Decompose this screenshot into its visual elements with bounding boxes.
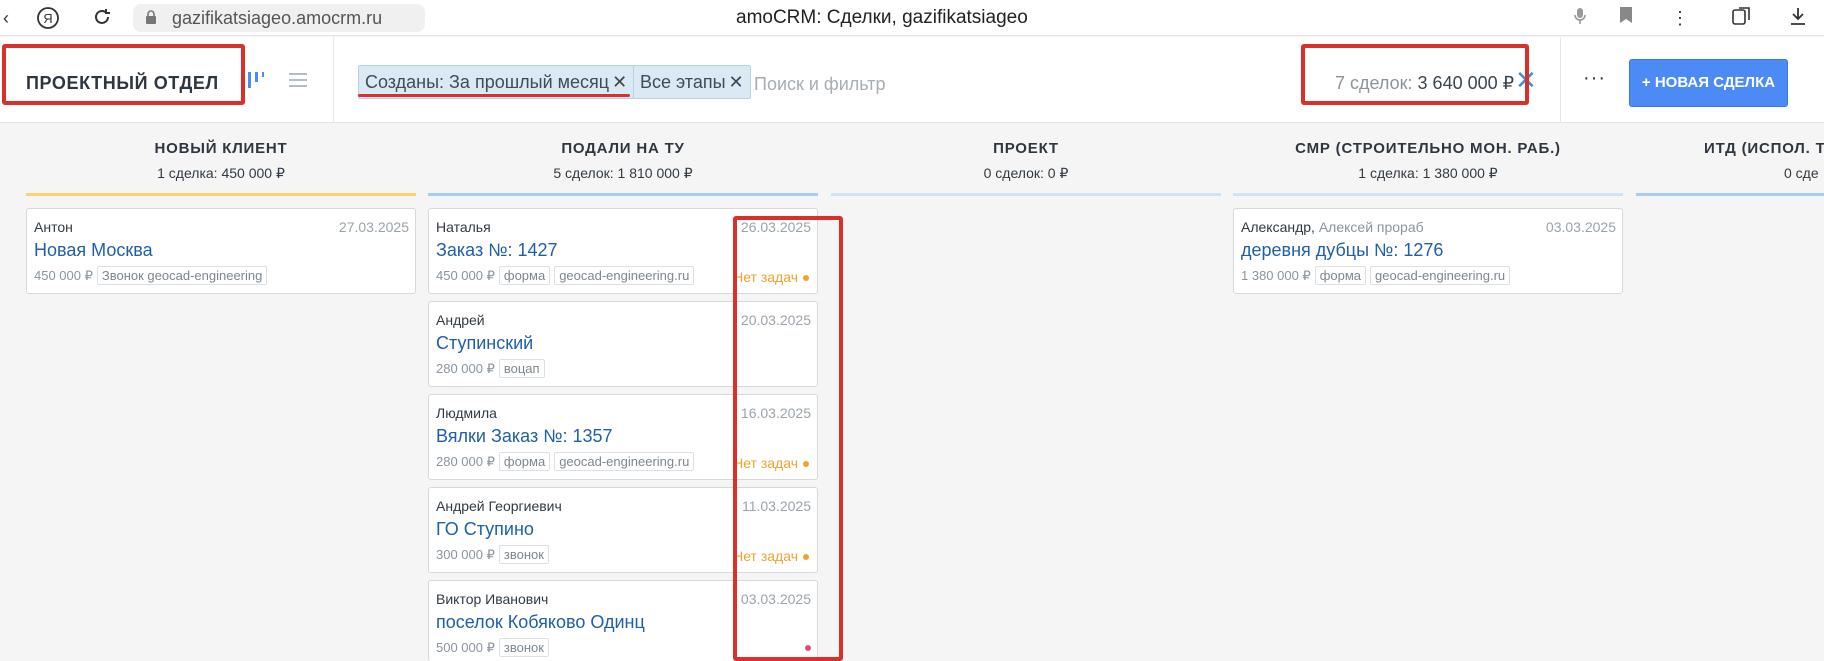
- column-summary: 1 сделка: 1 380 000 ₽: [1358, 165, 1498, 181]
- deal-price: 500 000 ₽: [436, 639, 495, 655]
- column-color-bar: [1233, 193, 1623, 196]
- deal-meta: 500 000 ₽ звонок: [436, 638, 549, 657]
- deal-date: 27.03.2025: [338, 219, 409, 235]
- header-divider: [1560, 37, 1561, 123]
- deal-contact: Людмила: [436, 405, 497, 421]
- column-header-new-client: НОВЫЙ КЛИЕНТ 1 сделка: 450 000 ₽: [26, 140, 416, 182]
- highlight-box-dates: [733, 216, 843, 661]
- reload-icon[interactable]: [90, 6, 114, 30]
- column-header-construction: СМР (СТРОИТЕЛЬНО МОН. РАБ.) 1 сделка: 1 …: [1233, 140, 1623, 182]
- microphone-icon[interactable]: [1568, 6, 1592, 30]
- deal-tag[interactable]: форма: [498, 266, 551, 285]
- column-summary: 0 сде: [1784, 165, 1819, 181]
- deal-price: 450 000 ₽: [436, 267, 495, 283]
- deal-meta: 280 000 ₽ воцап: [436, 359, 545, 378]
- deal-title-link[interactable]: Новая Москва: [34, 240, 153, 261]
- new-deal-button[interactable]: + НОВАЯ СДЕЛКА: [1629, 59, 1788, 107]
- column-color-bar: [831, 193, 1221, 196]
- deal-price: 1 380 000 ₽: [1241, 267, 1311, 283]
- collections-icon[interactable]: [1730, 6, 1754, 30]
- url-text[interactable]: gazifikatsiageo.amocrm.ru: [172, 8, 382, 29]
- deal-contact: Наталья: [436, 219, 491, 235]
- deal-title-link[interactable]: поселок Кобяково Одинц: [436, 612, 645, 633]
- deal-price: 450 000 ₽: [34, 267, 93, 283]
- deal-price: 280 000 ₽: [436, 360, 495, 376]
- browser-toolbar: ‹ Я gazifikatsiageo.amocrm.ru amoCRM: Сд…: [0, 0, 1824, 36]
- highlight-box-department: [2, 44, 245, 105]
- list-view-icon[interactable]: [288, 70, 308, 95]
- remove-filter-icon[interactable]: ✕: [612, 72, 627, 92]
- deal-date: 03.03.2025: [1545, 219, 1616, 235]
- filter-chip-created-label: Созданы: За прошлый месяц: [365, 72, 610, 92]
- deal-contact-primary: Александр,: [1241, 219, 1315, 235]
- deal-tag[interactable]: воцап: [498, 359, 545, 378]
- deal-meta: 450 000 ₽ Звонок geocad-engineering: [34, 266, 268, 285]
- remove-filter-icon[interactable]: ✕: [729, 72, 744, 92]
- deal-title-link[interactable]: Вялки Заказ №: 1357: [436, 426, 613, 447]
- column-header-itd: ИТД (ИСПОЛ. Т 0 сде: [1636, 140, 1824, 181]
- deal-title-link[interactable]: деревня дубцы №: 1276: [1241, 240, 1443, 261]
- deal-tag[interactable]: форма: [1314, 266, 1367, 285]
- highlight-underline: [358, 94, 630, 97]
- deal-tag[interactable]: geocad-engineering.ru: [1370, 266, 1511, 285]
- deal-title-link[interactable]: Заказ №: 1427: [436, 240, 558, 261]
- column-title: СМР (СТРОИТЕЛЬНО МОН. РАБ.): [1295, 140, 1561, 157]
- deal-meta: 280 000 ₽ форма geocad-engineering.ru: [436, 452, 695, 471]
- column-title: ПОДАЛИ НА ТУ: [561, 140, 685, 157]
- column-header-project: ПРОЕКТ 0 сделок: 0 ₽: [831, 140, 1221, 182]
- deal-contact: Андрей: [436, 312, 485, 328]
- column-color-bar: [26, 193, 416, 196]
- bookmark-icon[interactable]: [1614, 6, 1638, 30]
- deal-meta: 1 380 000 ₽ форма geocad-engineering.ru: [1241, 266, 1511, 285]
- menu-dots-icon[interactable]: ⋮: [1668, 6, 1692, 30]
- deal-contact: Александр, Алексей прораб: [1241, 219, 1424, 235]
- deal-tag[interactable]: geocad-engineering.ru: [554, 266, 695, 285]
- deal-contact: Андрей Георгиевич: [436, 498, 562, 514]
- deal-tag[interactable]: форма: [498, 452, 551, 471]
- column-summary: 1 сделка: 450 000 ₽: [157, 165, 285, 181]
- download-icon[interactable]: [1786, 6, 1810, 30]
- deal-tag[interactable]: звонок: [498, 545, 549, 564]
- deal-meta: 450 000 ₽ форма geocad-engineering.ru: [436, 266, 695, 285]
- deal-tag[interactable]: geocad-engineering.ru: [554, 452, 695, 471]
- column-title: НОВЫЙ КЛИЕНТ: [154, 140, 288, 157]
- browser-page-title: amoCRM: Сделки, gazifikatsiageo: [736, 7, 1028, 28]
- column-title: ИТД (ИСПОЛ. Т: [1704, 140, 1824, 157]
- deal-card[interactable]: Антон 27.03.2025 Новая Москва 450 000 ₽ …: [26, 208, 416, 294]
- deal-tag[interactable]: звонок: [498, 638, 549, 657]
- highlight-box-summary: [1301, 44, 1529, 105]
- kanban-view-icon[interactable]: [246, 70, 266, 95]
- back-icon[interactable]: ‹: [0, 6, 18, 30]
- filter-chip-stages[interactable]: Все этапы ✕: [633, 65, 751, 99]
- deal-title-link[interactable]: Ступинский: [436, 333, 533, 354]
- column-header-submitted: ПОДАЛИ НА ТУ 5 сделок: 1 810 000 ₽: [428, 140, 818, 182]
- svg-text:Я: Я: [43, 11, 52, 26]
- deal-contact: Антон: [34, 219, 73, 235]
- column-summary: 5 сделок: 1 810 000 ₽: [553, 165, 693, 181]
- yandex-logo-icon[interactable]: Я: [36, 6, 60, 30]
- search-input[interactable]: Поиск и фильтр: [754, 74, 886, 95]
- deal-title-link[interactable]: ГО Ступино: [436, 519, 534, 540]
- column-summary: 0 сделок: 0 ₽: [983, 165, 1069, 181]
- deal-price: 280 000 ₽: [436, 453, 495, 469]
- deal-card[interactable]: Александр, Алексей прораб 03.03.2025 дер…: [1233, 208, 1623, 294]
- pipeline-header: ПРОЕКТНЫЙ ОТДЕЛ Созданы: За прошлый меся…: [0, 37, 1824, 123]
- column-title: ПРОЕКТ: [993, 140, 1059, 157]
- deal-contact-secondary: Алексей прораб: [1318, 219, 1424, 235]
- lock-icon: [145, 10, 157, 24]
- header-divider: [333, 37, 334, 123]
- deal-meta: 300 000 ₽ звонок: [436, 545, 549, 564]
- filter-chip-stages-label: Все этапы: [640, 72, 726, 92]
- deal-contact: Виктор Иванович: [436, 591, 549, 607]
- column-color-bar: [1636, 193, 1824, 196]
- column-color-bar: [428, 193, 818, 196]
- deal-price: 300 000 ₽: [436, 546, 495, 562]
- more-button[interactable]: ···: [1583, 67, 1606, 90]
- deal-tag[interactable]: Звонок geocad-engineering: [96, 266, 268, 285]
